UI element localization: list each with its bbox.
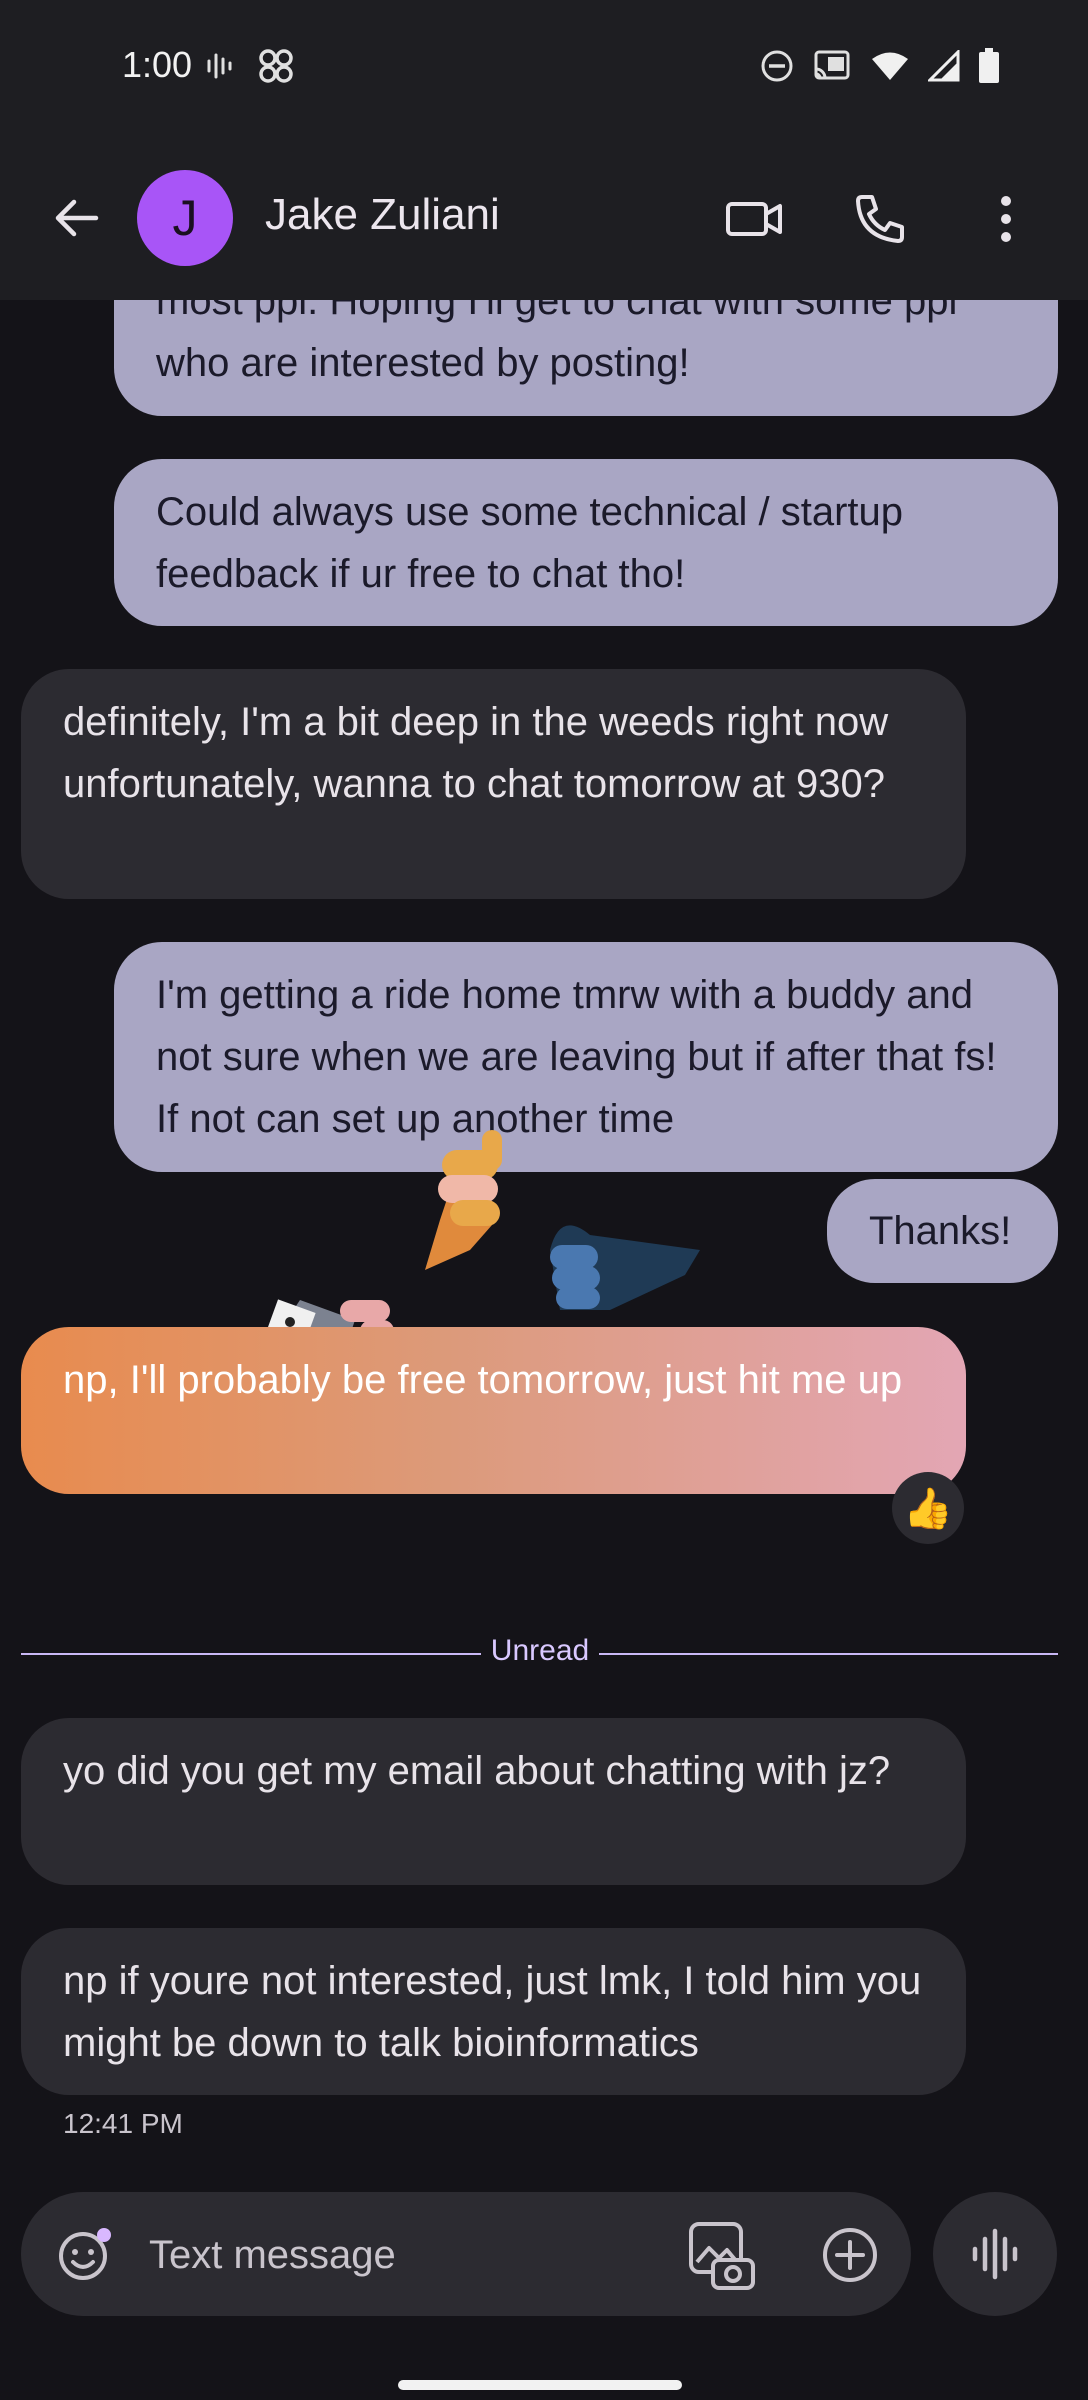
message-composer [21, 2192, 911, 2316]
message-text: yo did you get my email about chatting w… [63, 1749, 891, 1793]
more-options-button[interactable] [974, 187, 1038, 251]
gallery-icon [689, 2222, 755, 2290]
audio-waveform-icon [972, 2228, 1018, 2280]
message-text: np if youre not interested, just lmk, I … [63, 1959, 922, 2065]
video-call-button[interactable] [722, 187, 786, 251]
contact-avatar[interactable]: J [137, 170, 233, 266]
message-text: most ppl. Hoping I'll get to chat with s… [156, 300, 958, 385]
voice-call-button[interactable] [848, 187, 912, 251]
unread-divider-label: Unread [490, 1634, 590, 1667]
message-bubble-incoming[interactable]: np, I'll probably be free tomorrow, just… [21, 1327, 966, 1494]
voice-activity-icon [206, 51, 234, 81]
do-not-disturb-icon [760, 49, 794, 83]
conversation-header: J Jake Zuliani [0, 135, 1088, 300]
message-thread[interactable]: most ppl. Hoping I'll get to chat with s… [0, 300, 1088, 2170]
thumbs-up-reaction-icon: 👍 [903, 1486, 953, 1531]
emoji-button[interactable] [55, 2224, 115, 2284]
thumbs-up-icon [425, 1130, 502, 1270]
status-bar: 1:00 [0, 0, 1088, 135]
message-bubble-incoming[interactable]: yo did you get my email about chatting w… [21, 1718, 966, 1885]
status-notification-icons [206, 48, 296, 84]
status-time: 1:00 [122, 44, 193, 85]
more-vert-icon [1001, 196, 1011, 242]
add-circle-icon [823, 2228, 877, 2282]
message-bubble-incoming[interactable]: np if youre not interested, just lmk, I … [21, 1928, 966, 2095]
message-text: np, I'll probably be free tomorrow, just… [63, 1358, 903, 1402]
cellular-signal-icon [928, 50, 960, 82]
arrow-back-icon [55, 199, 99, 237]
message-reaction[interactable]: 👍 [892, 1472, 964, 1544]
unread-divider-line [599, 1653, 1058, 1655]
back-button[interactable] [48, 190, 104, 246]
thumbs-up-icon [550, 1225, 700, 1310]
pinwheel-icon [256, 48, 296, 84]
gallery-button[interactable] [687, 2220, 757, 2290]
unread-divider-line [21, 1653, 481, 1655]
emoji-icon [59, 2228, 111, 2280]
message-bubble-outgoing[interactable]: Could always use some technical / startu… [114, 459, 1058, 626]
contact-name[interactable]: Jake Zuliani [265, 190, 500, 240]
voice-message-button[interactable] [933, 2192, 1057, 2316]
video-camera-icon [726, 202, 782, 236]
message-text: Thanks! [869, 1209, 1012, 1253]
status-system-icons [760, 48, 1000, 84]
message-text: definitely, I'm a bit deep in the weeds … [63, 700, 889, 806]
message-bubble-outgoing[interactable]: Thanks! [827, 1179, 1058, 1283]
message-text: Could always use some technical / startu… [156, 490, 904, 596]
home-indicator[interactable] [398, 2380, 682, 2390]
attach-button[interactable] [819, 2224, 881, 2286]
message-bubble-outgoing[interactable]: most ppl. Hoping I'll get to chat with s… [114, 300, 1058, 416]
message-timestamp: 12:41 PM [63, 2108, 183, 2139]
message-input[interactable] [147, 2222, 651, 2288]
message-bubble-incoming[interactable]: definitely, I'm a bit deep in the weeds … [21, 669, 966, 899]
battery-icon [978, 48, 1000, 84]
phone-icon [856, 195, 904, 243]
cast-icon [812, 49, 852, 83]
wifi-icon [870, 50, 910, 82]
